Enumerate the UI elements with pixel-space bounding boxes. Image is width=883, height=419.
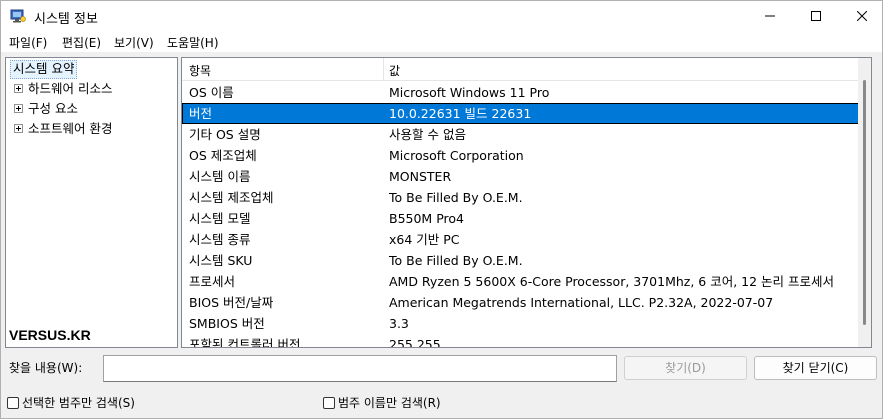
- tree-item-system-summary[interactable]: 시스템 요약: [10, 60, 78, 79]
- maximize-icon: [811, 11, 821, 21]
- row-item-cell: 기타 OS 설명: [189, 127, 261, 142]
- row-item-cell: 시스템 제조업체: [189, 190, 274, 205]
- menu-view[interactable]: 보기(V): [114, 34, 154, 51]
- tree-item-label: 소프트웨어 환경: [28, 121, 113, 136]
- row-value-cell: 10.0.22631 빌드 22631: [389, 106, 532, 121]
- row-value-cell: B550M Pro4: [389, 211, 464, 226]
- column-header: 항목 값: [182, 58, 859, 81]
- close-find-button[interactable]: 찾기 닫기(C): [754, 356, 877, 380]
- row-item-cell: 시스템 종류: [189, 232, 251, 247]
- row-value-cell: American Megatrends International, LLC. …: [389, 295, 774, 310]
- row-value-cell: MONSTER: [389, 169, 452, 184]
- row-value-cell: Microsoft Corporation: [389, 148, 524, 163]
- table-row[interactable]: 기타 OS 설명 사용할 수 없음: [182, 124, 859, 145]
- table-row[interactable]: 시스템 제조업체 To Be Filled By O.E.M.: [182, 187, 859, 208]
- window-title: 시스템 정보: [34, 12, 98, 27]
- minimize-button[interactable]: [747, 1, 793, 31]
- table-row[interactable]: 시스템 SKU To Be Filled By O.E.M.: [182, 250, 859, 271]
- find-label: 찾을 내용(W):: [9, 361, 83, 375]
- row-value-cell: To Be Filled By O.E.M.: [389, 253, 523, 268]
- column-header-value[interactable]: 값: [389, 62, 400, 79]
- table-row[interactable]: 시스템 종류 x64 기반 PC: [182, 229, 859, 250]
- system-information-window: 시스템 정보 파일(F) 편집(E) 보기(V) 도움말(H) 시스템 요약 하…: [0, 0, 883, 419]
- expand-plus-icon[interactable]: [14, 124, 23, 133]
- expand-plus-icon[interactable]: [14, 104, 23, 113]
- scrollbar-thumb[interactable]: [863, 80, 866, 325]
- system-information-icon: [10, 9, 26, 23]
- checkbox-box[interactable]: [7, 396, 19, 409]
- tree-item-software-environment[interactable]: 소프트웨어 환경: [14, 119, 112, 138]
- checkbox-label: 범주 이름만 검색(R): [338, 396, 441, 410]
- table-row[interactable]: 프로세서 AMD Ryzen 5 5600X 6-Core Processor, …: [182, 271, 859, 292]
- search-selected-category-checkbox[interactable]: 선택한 범주만 검색(S): [7, 394, 135, 411]
- table-row[interactable]: OS 제조업체 Microsoft Corporation: [182, 145, 859, 166]
- close-button[interactable]: [839, 1, 883, 31]
- vertical-scrollbar[interactable]: [858, 58, 871, 347]
- watermark-text: VERSUS.KR: [9, 327, 91, 343]
- row-item-cell: 버전: [189, 106, 213, 121]
- checkbox-label: 선택한 범주만 검색(S): [22, 396, 135, 410]
- column-header-item[interactable]: 항목: [189, 62, 211, 79]
- table-row[interactable]: 시스템 모델 B550M Pro4: [182, 208, 859, 229]
- menu-bar: 파일(F) 편집(E) 보기(V) 도움말(H): [1, 31, 882, 52]
- menu-file[interactable]: 파일(F): [9, 34, 47, 51]
- tree-item-hardware-resources[interactable]: 하드웨어 리소스: [14, 79, 112, 98]
- row-item-cell: 시스템 SKU: [189, 253, 253, 268]
- row-value-cell: 255.255: [389, 337, 441, 348]
- row-item-cell: 시스템 이름: [189, 169, 251, 184]
- close-icon: [857, 11, 867, 21]
- find-input[interactable]: [103, 355, 617, 382]
- expand-plus-icon[interactable]: [14, 84, 23, 93]
- column-divider[interactable]: [383, 58, 384, 81]
- row-item-cell: 포함된 컨트롤러 버전: [189, 337, 301, 348]
- table-row[interactable]: 버전 10.0.22631 빌드 22631: [182, 103, 859, 124]
- row-item-cell: OS 제조업체: [189, 148, 257, 163]
- row-value-cell: 사용할 수 없음: [389, 127, 466, 142]
- row-item-cell: SMBIOS 버전: [189, 316, 265, 331]
- row-item-cell: 시스템 모델: [189, 211, 251, 226]
- row-item-cell: BIOS 버전/날짜: [189, 295, 274, 310]
- table-row[interactable]: BIOS 버전/날짜 American Megatrends Internatio…: [182, 292, 859, 313]
- row-value-cell: Microsoft Windows 11 Pro: [389, 85, 550, 100]
- table-row[interactable]: 포함된 컨트롤러 버전 255.255: [182, 334, 859, 348]
- row-value-cell: AMD Ryzen 5 5600X 6-Core Processor, 3701…: [389, 274, 835, 289]
- menu-edit[interactable]: 편집(E): [62, 34, 101, 51]
- tree-item-components[interactable]: 구성 요소: [14, 99, 78, 118]
- menu-help[interactable]: 도움말(H): [167, 34, 219, 51]
- checkbox-box[interactable]: [323, 396, 335, 409]
- title-bar[interactable]: 시스템 정보: [1, 1, 882, 31]
- details-list[interactable]: 항목 값 OS 이름 Microsoft Windows 11 Pro 버전 10.0…: [181, 57, 872, 348]
- tree-item-label: 하드웨어 리소스: [28, 81, 113, 96]
- row-item-cell: 프로세서: [189, 274, 236, 289]
- table-row[interactable]: SMBIOS 버전 3.3: [182, 313, 859, 334]
- row-item-cell: OS 이름: [189, 85, 234, 100]
- category-tree[interactable]: 시스템 요약 하드웨어 리소스 구성 요소 소프트웨어 환경 VERSUS.KR: [5, 57, 178, 348]
- maximize-button[interactable]: [793, 1, 839, 31]
- minimize-icon: [765, 15, 775, 17]
- row-value-cell: 3.3: [389, 316, 409, 331]
- tree-item-label: 구성 요소: [28, 101, 78, 116]
- table-row[interactable]: OS 이름 Microsoft Windows 11 Pro: [182, 82, 859, 103]
- row-value-cell: To Be Filled By O.E.M.: [389, 190, 523, 205]
- find-button[interactable]: 찾기(D): [624, 356, 747, 380]
- search-category-names-checkbox[interactable]: 범주 이름만 검색(R): [323, 394, 441, 411]
- row-value-cell: x64 기반 PC: [389, 232, 460, 247]
- table-row[interactable]: 시스템 이름 MONSTER: [182, 166, 859, 187]
